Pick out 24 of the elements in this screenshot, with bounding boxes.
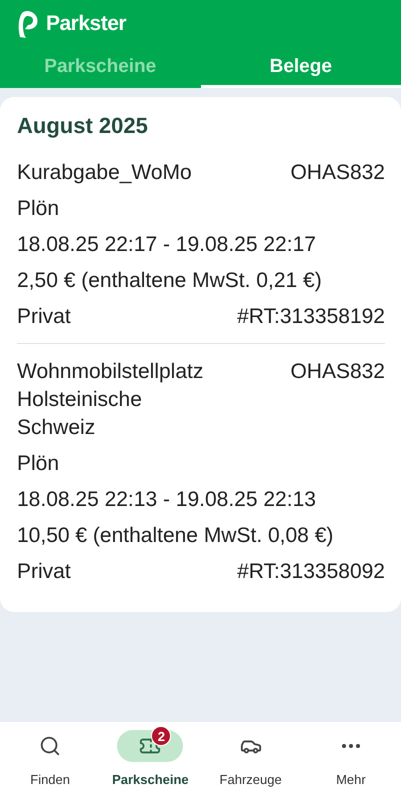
nav-item[interactable]: Mehr (300, 722, 401, 800)
app-logo-text: Parkster (46, 12, 126, 36)
receipt-title: Wohnmobilstellplatz Holsteinische Schweiz (17, 359, 204, 441)
receipt-price: 10,50 € (enthaltene MwSt. 0,08 €) (17, 523, 334, 549)
receipt-reference: #RT:313358092 (237, 559, 385, 585)
nav-item[interactable]: Fahrzeuge (200, 722, 301, 800)
nav-item[interactable]: 2 Parkscheine (100, 722, 200, 800)
receipt-city: Plön (17, 196, 60, 222)
license-plate: OHAS832 (290, 160, 385, 186)
receipt-city: Plön (17, 451, 60, 477)
more-icon (342, 744, 360, 748)
search-icon (39, 735, 62, 757)
receipt-price: 2,50 € (enthaltene MwSt. 0,21 €) (17, 268, 322, 294)
parking-period: 18.08.25 22:17 - 19.08.25 22:17 (17, 232, 316, 258)
receipt-type: Privat (17, 304, 71, 330)
license-plate: OHAS832 (290, 359, 385, 385)
nav-item[interactable]: Finden (0, 722, 100, 800)
parking-period: 18.08.25 22:13 - 19.08.25 22:13 (17, 487, 316, 513)
logo-icon (16, 9, 40, 39)
receipt-type: Privat (17, 559, 71, 585)
month-heading: August 2025 (17, 113, 149, 139)
notification-badge: 2 (151, 726, 172, 746)
receipt-reference: #RT:313358192 (237, 304, 385, 330)
receipt-title: Kurabgabe_WoMo (17, 160, 192, 186)
